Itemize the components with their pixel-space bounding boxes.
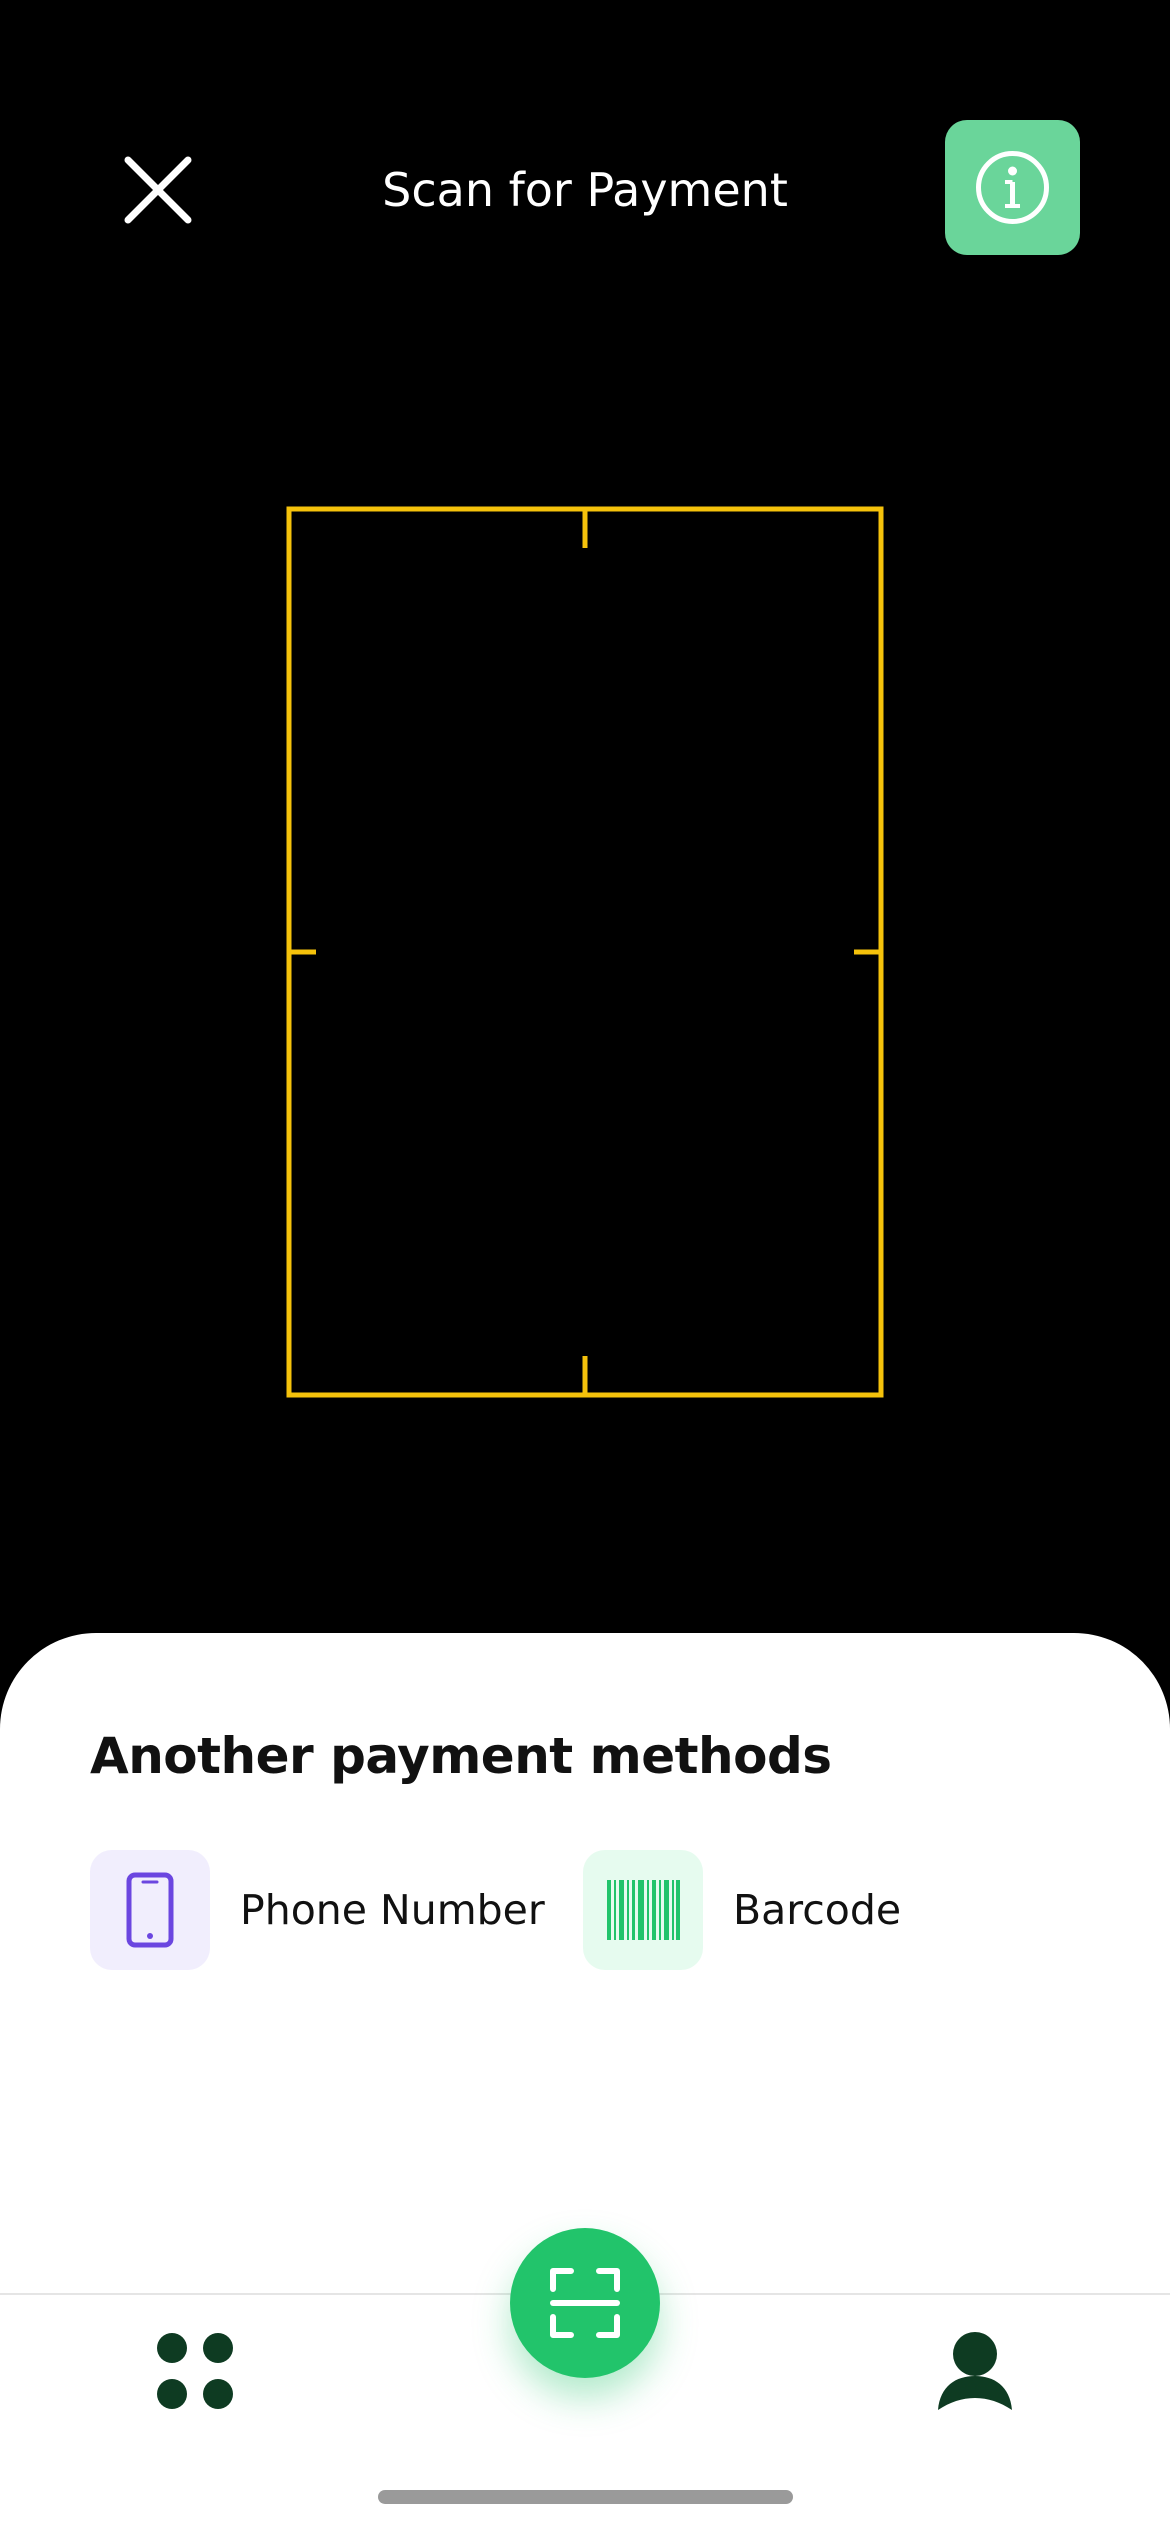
barcode-icon (607, 1880, 680, 1940)
scan-icon (550, 2268, 620, 2338)
profile-icon (938, 2332, 1012, 2410)
nav-apps-button[interactable] (150, 2326, 240, 2416)
scan-screen: Scan for Payment Another payment methods… (0, 0, 1170, 2532)
nav-profile-button[interactable] (930, 2326, 1020, 2416)
scan-button[interactable] (510, 2228, 660, 2378)
info-icon (976, 151, 1049, 224)
scanner-frame (286, 506, 884, 1398)
phone-number-option[interactable]: Phone Number (90, 1850, 545, 1970)
apps-grid-icon (157, 2333, 233, 2409)
sheet-title: Another payment methods (90, 1727, 832, 1785)
info-button[interactable] (945, 120, 1080, 255)
barcode-label: Barcode (733, 1886, 902, 1934)
home-indicator (378, 2490, 793, 2504)
phone-number-label: Phone Number (240, 1886, 545, 1934)
barcode-option[interactable]: Barcode (583, 1850, 901, 1970)
phone-tile (90, 1850, 210, 1970)
phone-icon (126, 1872, 174, 1948)
barcode-tile (583, 1850, 703, 1970)
